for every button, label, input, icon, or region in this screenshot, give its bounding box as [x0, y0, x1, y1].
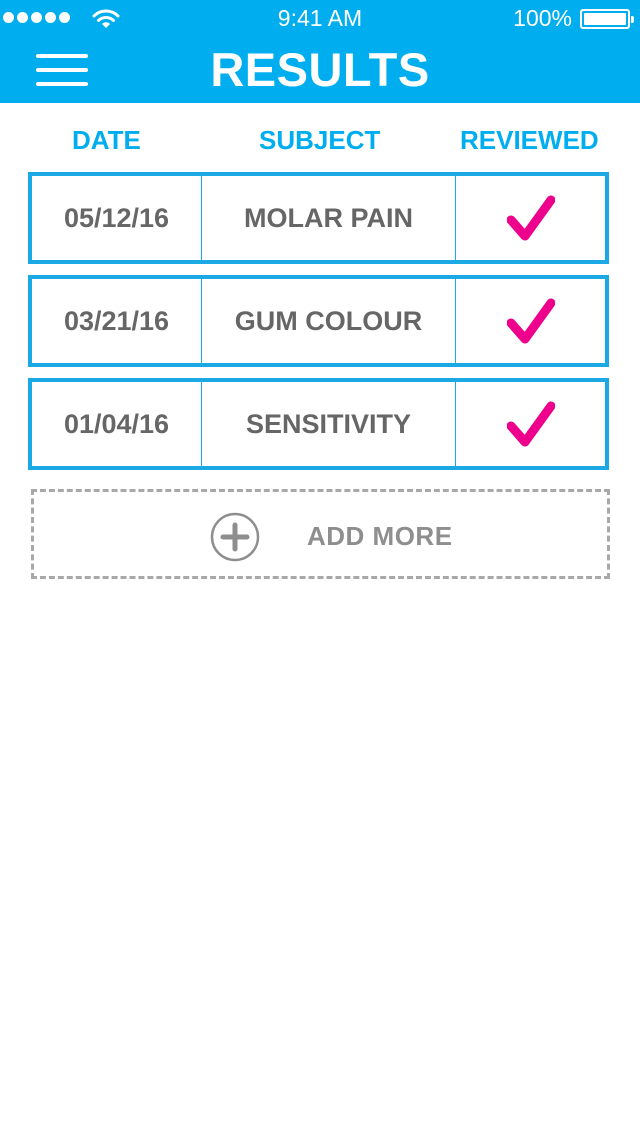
row-subject: GUM COLOUR — [202, 279, 456, 363]
add-more-label: ADD MORE — [307, 521, 453, 551]
row-date: 01/04/16 — [32, 382, 202, 466]
reviewed-cell — [456, 176, 605, 260]
battery-icon — [580, 9, 634, 29]
reviewed-cell — [456, 382, 605, 466]
table-column-headers: DATE SUBJECT REVIEWED — [0, 125, 640, 159]
column-header-date: DATE — [72, 125, 141, 155]
table-row[interactable]: 03/21/16 GUM COLOUR — [28, 275, 609, 367]
page-title: RESULTS — [210, 43, 430, 96]
column-header-reviewed: REVIEWED — [460, 125, 599, 155]
checkmark-icon — [506, 401, 555, 447]
plus-circle-icon — [210, 512, 260, 562]
status-bar: 9:41 AM 100% — [0, 0, 640, 38]
column-header-subject: SUBJECT — [259, 125, 381, 155]
table-row[interactable]: 01/04/16 SENSITIVITY — [28, 378, 609, 470]
row-date: 05/12/16 — [32, 176, 202, 260]
app-header: 9:41 AM 100% RESULTS — [0, 0, 640, 103]
reviewed-cell — [456, 279, 605, 363]
add-more-button[interactable]: ADD MORE — [31, 489, 610, 579]
checkmark-icon — [506, 298, 555, 344]
row-subject: MOLAR PAIN — [202, 176, 456, 260]
table-row[interactable]: 05/12/16 MOLAR PAIN — [28, 172, 609, 264]
row-date: 03/21/16 — [32, 279, 202, 363]
battery-percent: 100% — [513, 5, 572, 31]
row-subject: SENSITIVITY — [202, 382, 456, 466]
checkmark-icon — [506, 195, 555, 241]
